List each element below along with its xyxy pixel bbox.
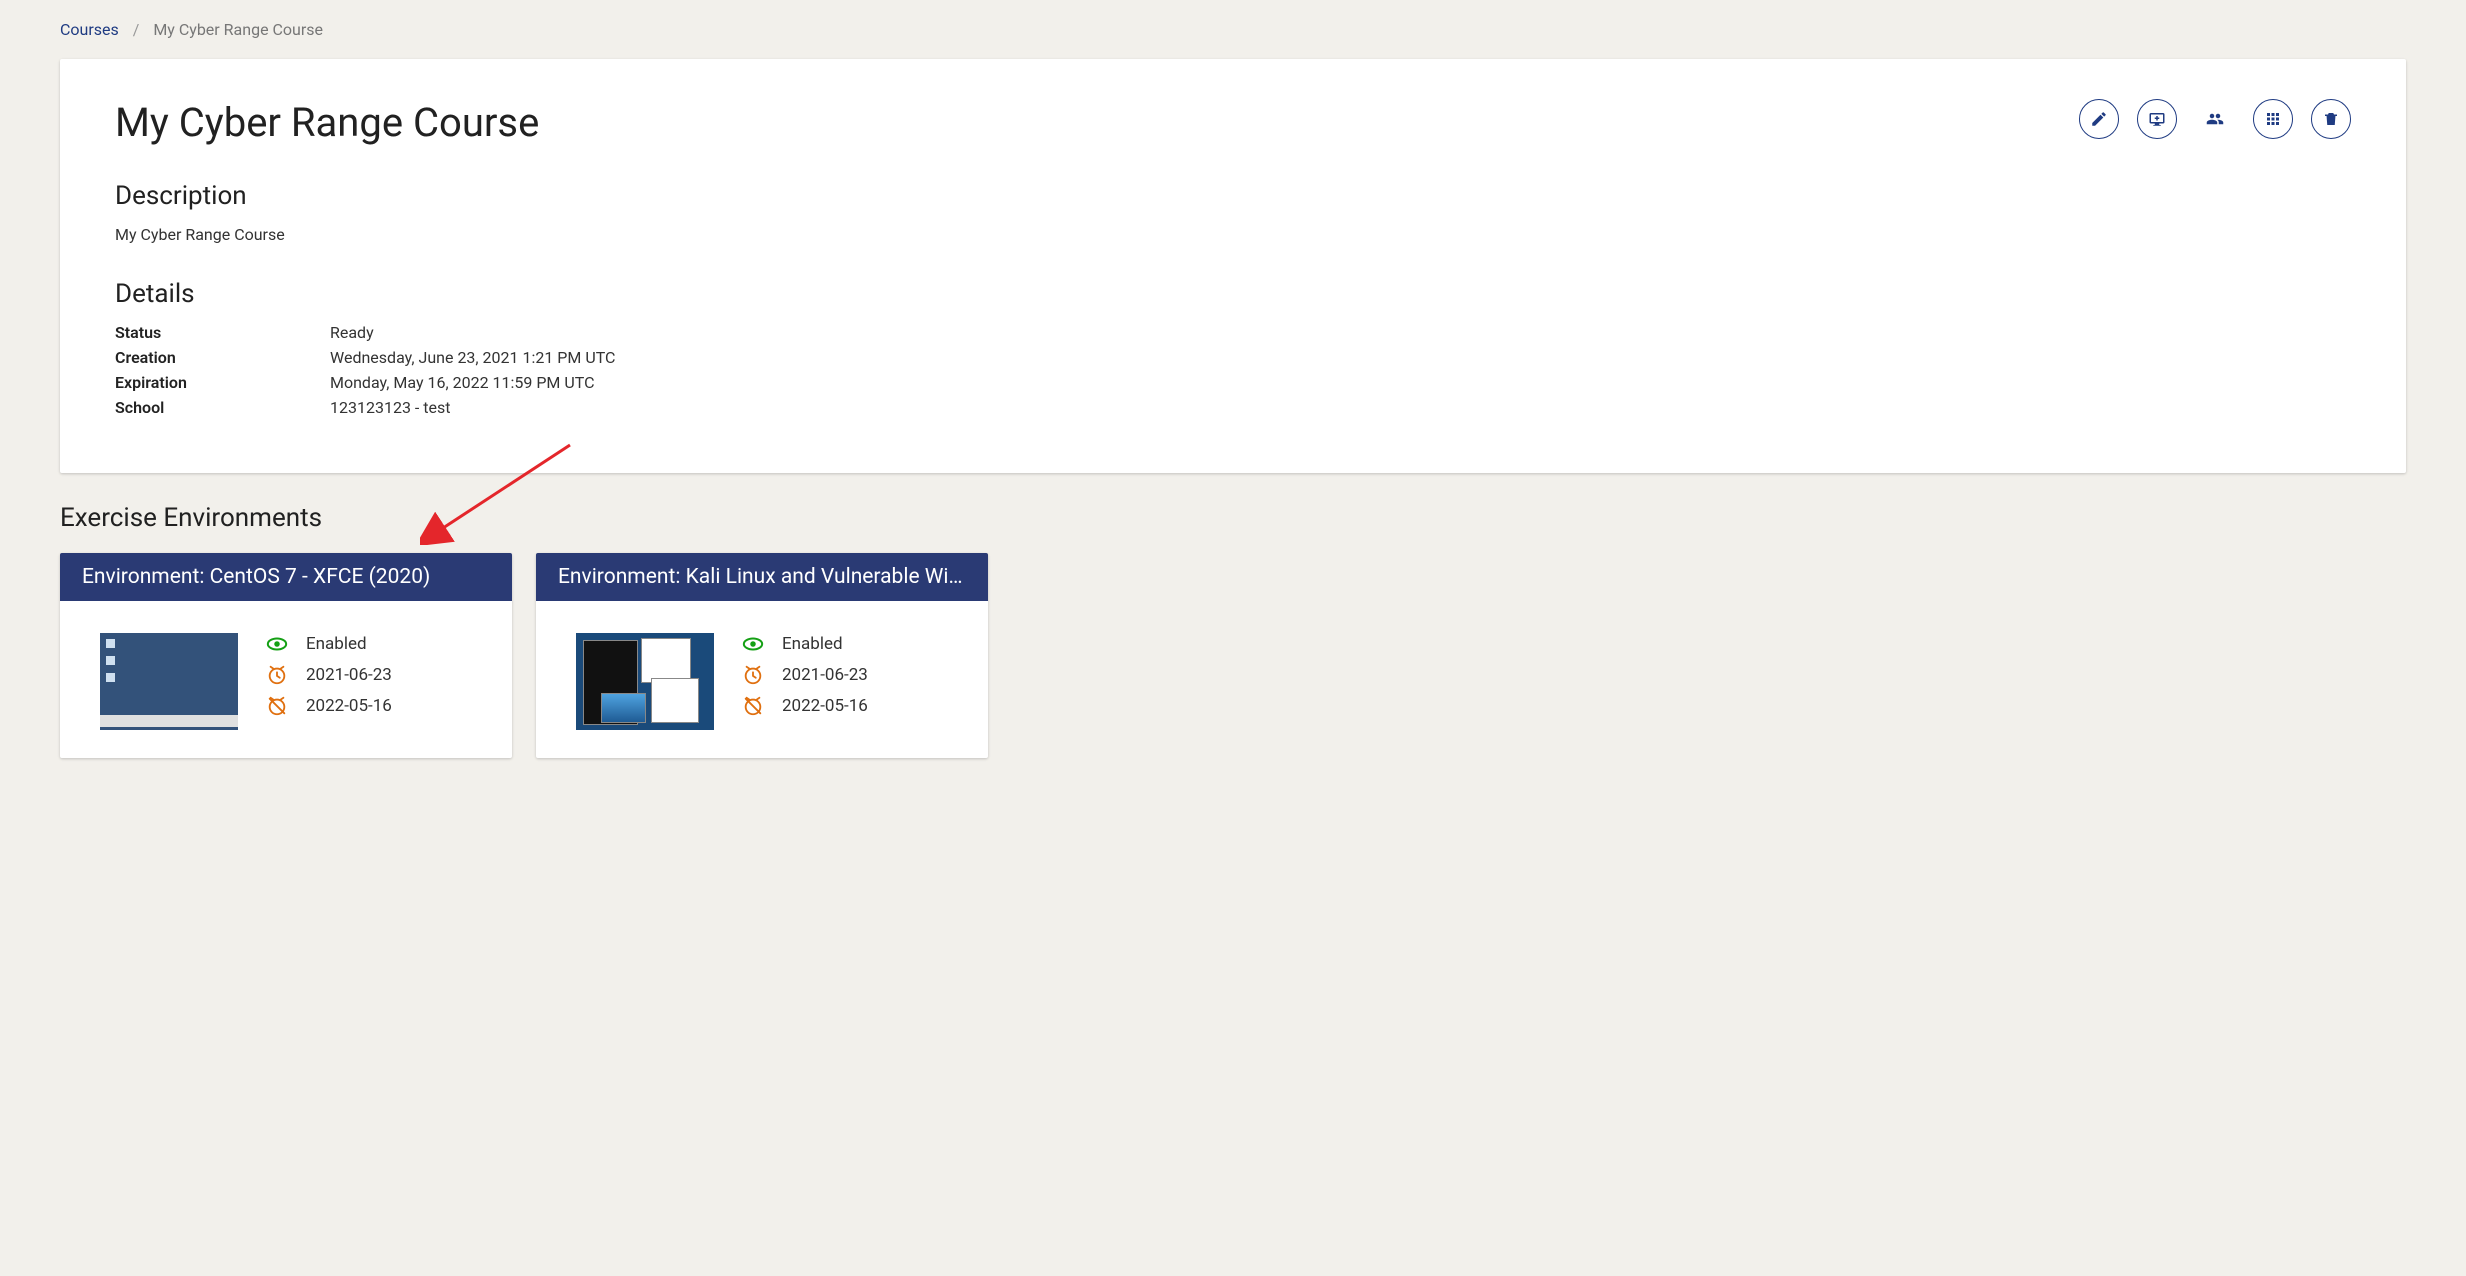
breadcrumb-parent-link[interactable]: Courses xyxy=(60,20,119,39)
env-status-line: Enabled xyxy=(742,633,868,655)
grid-icon xyxy=(2264,110,2282,128)
detail-creation: Creation Wednesday, June 23, 2021 1:21 P… xyxy=(115,348,2351,367)
page-title: My Cyber Range Course xyxy=(115,99,539,146)
environment-card[interactable]: Environment: Kali Linux and Vulnerable W… xyxy=(536,553,988,758)
users-icon xyxy=(2206,110,2224,128)
env-start-line: 2021-06-23 xyxy=(266,664,392,686)
description-text: My Cyber Range Course xyxy=(115,225,2351,244)
environments-heading: Exercise Environments xyxy=(60,503,2406,533)
detail-expiration: Expiration Monday, May 16, 2022 11:59 PM… xyxy=(115,373,2351,392)
env-end-line: 2022-05-16 xyxy=(742,695,868,717)
environments-grid: Environment: CentOS 7 - XFCE (2020) Enab… xyxy=(60,553,2406,758)
clock-icon xyxy=(266,664,288,686)
detail-value: Ready xyxy=(330,323,374,342)
users-button[interactable] xyxy=(2195,99,2235,139)
apps-button[interactable] xyxy=(2253,99,2293,139)
environment-info: Enabled 2021-06-23 2022-05-16 xyxy=(742,633,868,717)
environment-title: Environment: CentOS 7 - XFCE (2020) xyxy=(60,553,512,601)
detail-value: Wednesday, June 23, 2021 1:21 PM UTC xyxy=(330,348,615,367)
detail-label: Status xyxy=(115,323,330,342)
delete-button[interactable] xyxy=(2311,99,2351,139)
clock-off-icon xyxy=(266,695,288,717)
add-environment-button[interactable] xyxy=(2137,99,2177,139)
environment-thumbnail xyxy=(576,633,714,730)
env-status-line: Enabled xyxy=(266,633,392,655)
env-start-line: 2021-06-23 xyxy=(742,664,868,686)
trash-icon xyxy=(2322,110,2340,128)
environment-title: Environment: Kali Linux and Vulnerable W… xyxy=(536,553,988,601)
environment-card[interactable]: Environment: CentOS 7 - XFCE (2020) Enab… xyxy=(60,553,512,758)
env-status: Enabled xyxy=(782,634,843,654)
env-start-date: 2021-06-23 xyxy=(782,665,868,685)
edit-button[interactable] xyxy=(2079,99,2119,139)
eye-icon xyxy=(266,633,288,655)
details-heading: Details xyxy=(115,279,2351,309)
detail-label: Creation xyxy=(115,348,330,367)
course-card: My Cyber Range Course Descripti xyxy=(60,59,2406,473)
detail-school: School 123123123 - test xyxy=(115,398,2351,417)
detail-label: Expiration xyxy=(115,373,330,392)
breadcrumb-current: My Cyber Range Course xyxy=(153,20,323,39)
detail-value: 123123123 - test xyxy=(330,398,451,417)
pencil-icon xyxy=(2090,110,2108,128)
env-start-date: 2021-06-23 xyxy=(306,665,392,685)
detail-value: Monday, May 16, 2022 11:59 PM UTC xyxy=(330,373,594,392)
clock-icon xyxy=(742,664,764,686)
details-list: Status Ready Creation Wednesday, June 23… xyxy=(115,323,2351,417)
action-bar xyxy=(2079,99,2351,139)
detail-status: Status Ready xyxy=(115,323,2351,342)
env-end-date: 2022-05-16 xyxy=(782,696,868,716)
clock-off-icon xyxy=(742,695,764,717)
environment-thumbnail xyxy=(100,633,238,730)
environment-info: Enabled 2021-06-23 2022-05-16 xyxy=(266,633,392,717)
eye-icon xyxy=(742,633,764,655)
env-status: Enabled xyxy=(306,634,367,654)
env-end-date: 2022-05-16 xyxy=(306,696,392,716)
detail-label: School xyxy=(115,398,330,417)
env-end-line: 2022-05-16 xyxy=(266,695,392,717)
screen-plus-icon xyxy=(2148,110,2166,128)
breadcrumb-separator: / xyxy=(133,20,140,39)
description-heading: Description xyxy=(115,181,2351,211)
breadcrumb: Courses / My Cyber Range Course xyxy=(60,20,2406,39)
